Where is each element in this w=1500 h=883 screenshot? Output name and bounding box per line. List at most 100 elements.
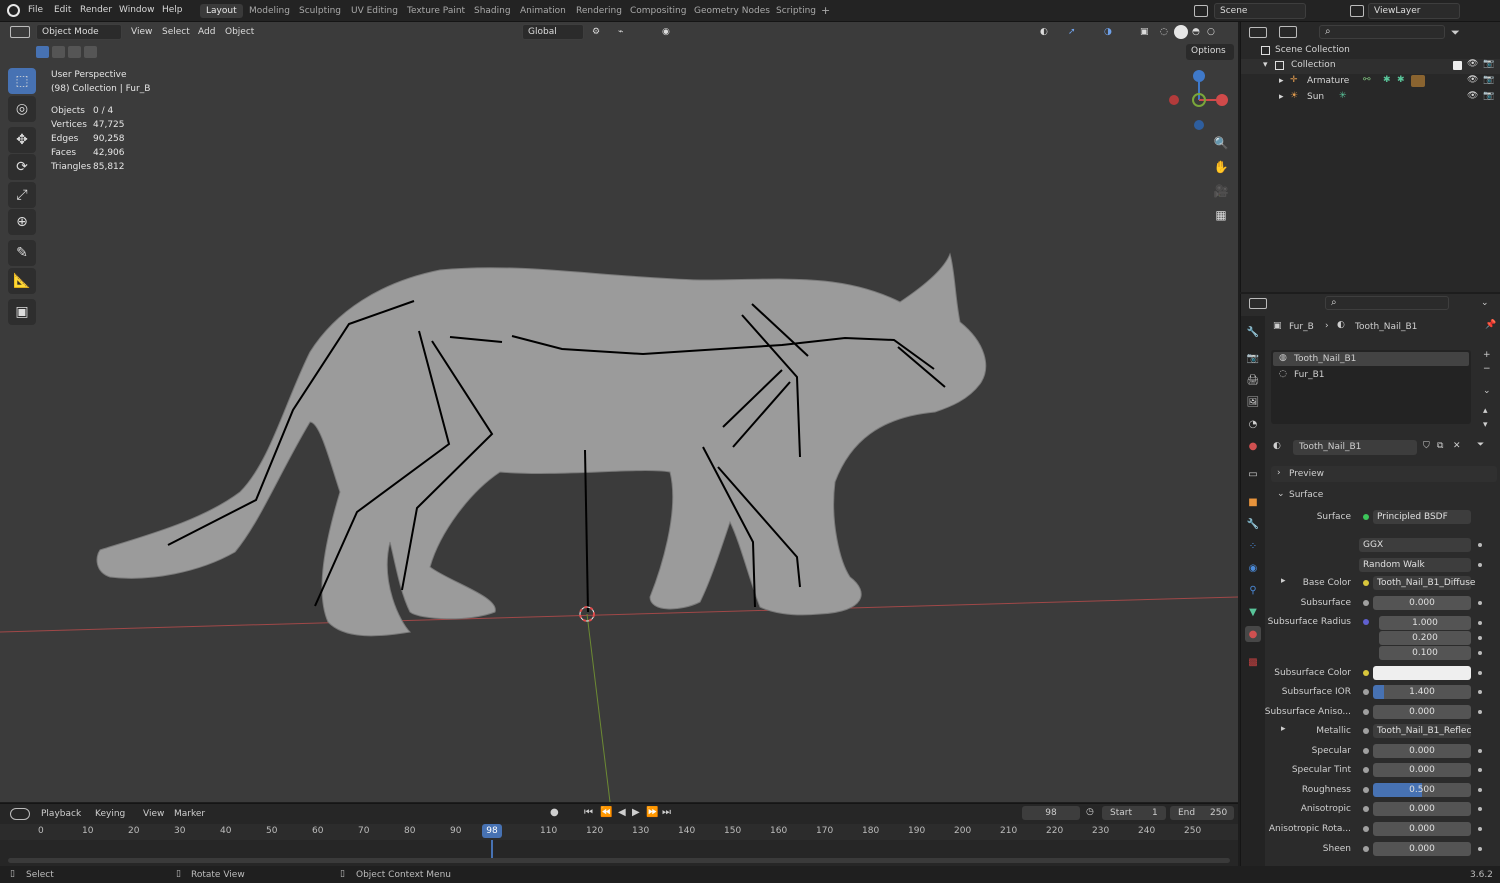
outliner-row-collection[interactable]: ▾ Collection 👁 📷 <box>1241 59 1500 74</box>
unlink-icon[interactable]: ✕ <box>1453 441 1461 451</box>
keyframe-dot[interactable] <box>1478 563 1482 567</box>
eye-icon[interactable]: 👁 <box>1467 91 1478 101</box>
tab-layout[interactable]: Layout <box>200 4 243 18</box>
solid-shading-icon[interactable] <box>1174 25 1188 39</box>
tab-rendering[interactable]: Rendering <box>570 4 628 18</box>
keyframe-dot[interactable] <box>1478 807 1482 811</box>
base-color-field[interactable]: Tooth_Nail_B1_Diffuse <box>1373 576 1475 590</box>
fake-user-icon[interactable]: ⛉ <box>1423 441 1430 451</box>
tab-scripting[interactable]: Scripting <box>770 4 822 18</box>
current-frame-field[interactable]: 98 <box>1022 806 1080 820</box>
anisotropic-rotation-field[interactable]: 0.000 <box>1373 822 1471 836</box>
tab-texture-paint[interactable]: Texture Paint <box>401 4 471 18</box>
mode-selector[interactable]: Object Mode <box>36 24 122 40</box>
pivot-icon[interactable]: ⚙ <box>592 27 600 37</box>
camera-icon[interactable]: 📷 <box>1483 59 1494 69</box>
tab-uv-editing[interactable]: UV Editing <box>345 4 404 18</box>
play-reverse-icon[interactable]: ◀ <box>618 807 626 818</box>
tab-animation[interactable]: Animation <box>514 4 572 18</box>
sheen-field[interactable]: 0.000 <box>1373 842 1471 856</box>
frame-ruler[interactable]: 0 10 20 30 40 50 60 70 80 90 110 120 130… <box>0 824 1238 840</box>
scene-field[interactable]: Scene <box>1214 3 1306 19</box>
pan-hand-icon[interactable]: ✋ <box>1210 156 1232 178</box>
subsurface-radius-x[interactable]: 1.000 <box>1379 616 1471 630</box>
xray-icon[interactable]: ▣ <box>1140 27 1149 37</box>
blender-logo-icon[interactable] <box>7 4 20 17</box>
duplicate-icon[interactable]: ⧉ <box>1437 441 1443 451</box>
transform-orientation[interactable]: Global <box>522 24 584 40</box>
filter-icon[interactable]: ⏷ <box>1451 26 1460 40</box>
add-workspace-icon[interactable]: + <box>821 4 830 17</box>
expand-arrow-icon[interactable]: ▾ <box>1263 60 1268 70</box>
gizmo-toggle-icon[interactable]: ➚ <box>1068 27 1076 37</box>
menu-file[interactable]: File <box>28 5 43 15</box>
properties-editor-icon[interactable] <box>1249 298 1267 309</box>
scene-tab-icon[interactable]: ◔ <box>1245 416 1261 432</box>
keyframe-dot[interactable] <box>1478 636 1482 640</box>
subsurface-radius-y[interactable]: 0.200 <box>1379 631 1471 645</box>
world-tab-icon[interactable]: ● <box>1245 438 1261 454</box>
snap-icon[interactable]: ⌁ <box>618 27 623 37</box>
timeline-editor-icon[interactable] <box>10 808 30 820</box>
outliner-row-scene-collection[interactable]: Scene Collection <box>1241 44 1500 59</box>
playback-menu[interactable]: Playback <box>41 809 81 819</box>
camera-icon[interactable]: 📷 <box>1483 91 1494 101</box>
playhead-indicator[interactable]: 98 <box>482 824 502 838</box>
move-tool[interactable]: ✥ <box>8 127 36 153</box>
tab-compositing[interactable]: Compositing <box>624 4 692 18</box>
transform-tool[interactable]: ⊕ <box>8 209 36 235</box>
anisotropic-field[interactable]: 0.000 <box>1373 802 1471 816</box>
keying-menu[interactable]: Keying <box>95 809 125 819</box>
keyframe-dot[interactable] <box>1478 749 1482 753</box>
filter-icon[interactable]: ⏷ <box>1477 440 1484 450</box>
keyframe-dot[interactable] <box>1478 601 1482 605</box>
add-cube-tool[interactable]: ▣ <box>8 299 36 325</box>
keyframe-dot[interactable] <box>1478 671 1482 675</box>
scale-tool[interactable]: ⤢ <box>8 182 36 208</box>
subsurface-aniso-field[interactable]: 0.000 <box>1373 705 1471 719</box>
list-item[interactable]: ◍ Tooth_Nail_B1 <box>1273 352 1469 366</box>
add-slot-icon[interactable]: + <box>1483 350 1491 360</box>
subsurface-ior-field[interactable]: 1.400 <box>1373 685 1471 699</box>
view-layer-field[interactable]: ViewLayer <box>1368 3 1460 19</box>
render-tab-icon[interactable]: 📷 <box>1245 350 1261 366</box>
timeline-view-menu[interactable]: View <box>143 809 164 819</box>
editor-type-icon[interactable] <box>10 26 30 38</box>
overlay-toggle-icon[interactable]: ◑ <box>1104 27 1112 37</box>
rendered-shading-icon[interactable]: ○ <box>1207 27 1215 37</box>
remove-slot-icon[interactable]: − <box>1483 364 1491 374</box>
subsurface-color-swatch[interactable] <box>1373 666 1471 680</box>
select-subtract-icon[interactable] <box>68 46 81 58</box>
outliner-row-armature[interactable]: ▸ ✛ Armature ⚯ ✱ ✱ 👁 📷 <box>1241 75 1500 90</box>
start-frame-field[interactable]: Start 1 <box>1102 806 1166 820</box>
outliner-search-input[interactable]: ⌕ <box>1319 25 1445 39</box>
end-frame-field[interactable]: End 250 <box>1170 806 1234 820</box>
next-keyframe-icon[interactable]: ⏩ <box>646 807 658 818</box>
expand-arrow-icon[interactable]: ▸ <box>1279 76 1284 86</box>
cursor-tool[interactable]: ◎ <box>8 96 36 122</box>
subsurface-method-select[interactable]: Random Walk <box>1359 558 1471 572</box>
viewport-menu-select[interactable]: Select <box>162 27 190 37</box>
distribution-select[interactable]: GGX <box>1359 538 1471 552</box>
keyframe-dot[interactable] <box>1478 827 1482 831</box>
display-mode-icon[interactable] <box>1279 26 1297 38</box>
menu-edit[interactable]: Edit <box>54 5 71 15</box>
keyframe-dot[interactable] <box>1478 788 1482 792</box>
timeline-scrollbar[interactable] <box>8 858 1230 863</box>
list-item[interactable]: ◌ Fur_B1 <box>1273 368 1469 382</box>
material-name-field[interactable]: Tooth_Nail_B1 <box>1293 440 1417 455</box>
output-tab-icon[interactable]: 🖨 <box>1245 372 1261 388</box>
view-layer-icon[interactable] <box>1350 5 1364 17</box>
record-icon[interactable]: ● <box>550 807 559 818</box>
tab-modeling[interactable]: Modeling <box>243 4 296 18</box>
preview-panel-header[interactable]: › Preview <box>1271 466 1497 482</box>
options-button[interactable]: Options <box>1186 44 1234 60</box>
keyframe-dot[interactable] <box>1478 621 1482 625</box>
marker-menu[interactable]: Marker <box>174 809 205 819</box>
select-extend-icon[interactable] <box>52 46 65 58</box>
surface-panel-header[interactable]: ⌄ Surface <box>1271 487 1497 503</box>
keyframe-dot[interactable] <box>1478 847 1482 851</box>
roughness-field[interactable]: 0.500 <box>1373 783 1471 797</box>
keyframe-dot[interactable] <box>1478 710 1482 714</box>
keyframe-dot[interactable] <box>1478 768 1482 772</box>
